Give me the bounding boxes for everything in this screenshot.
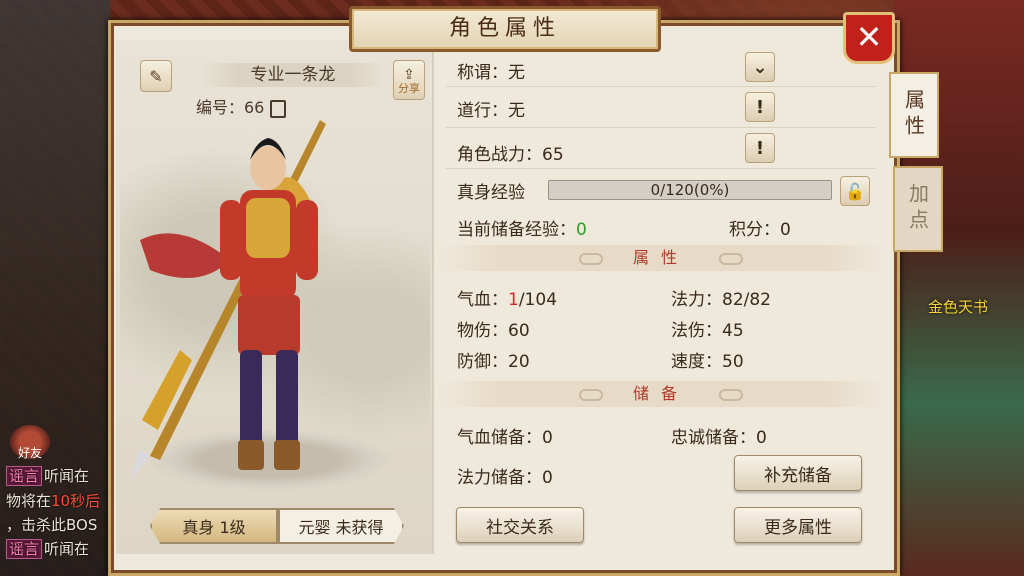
- power-info-button[interactable]: !: [745, 133, 775, 163]
- daoxing-info-button[interactable]: !: [745, 92, 775, 122]
- character-figure: [130, 120, 326, 480]
- attributes-header: 属性: [436, 245, 886, 271]
- tab-attributes[interactable]: 属性: [889, 72, 939, 158]
- chat-message: 谣言 听闻在: [6, 538, 89, 559]
- unlock-icon: 🔓: [845, 181, 865, 201]
- more-attributes-button[interactable]: 更多属性: [734, 507, 862, 543]
- cloud-ornament-icon: [719, 388, 743, 401]
- refill-reserve-button[interactable]: 补充储备: [734, 455, 862, 491]
- hp-row: 气血：1/104: [457, 290, 558, 310]
- stored-exp-row: 当前储备经验：0: [457, 220, 587, 240]
- friends-button[interactable]: 好友: [10, 425, 50, 460]
- loyalty-reserve-row: 忠诚储备：0: [671, 428, 767, 448]
- close-icon: ✕: [855, 18, 883, 56]
- chat-message: 物将在10秒后: [6, 492, 101, 510]
- social-button[interactable]: 社交关系: [456, 507, 584, 543]
- row-divider: [446, 127, 876, 128]
- edit-name-button[interactable]: ✎: [140, 60, 172, 92]
- row-divider: [446, 168, 876, 169]
- pencil-icon: ✎: [149, 66, 163, 86]
- phys-row: 物伤：60: [457, 321, 530, 341]
- tab-true-body[interactable]: 真身 1级: [150, 508, 278, 544]
- spd-row: 速度：50: [671, 352, 744, 372]
- title-dropdown-button[interactable]: ⌄: [745, 52, 775, 82]
- exp-progress-text: 0/120(0%): [650, 181, 730, 199]
- cloud-ornament-icon: [578, 388, 603, 401]
- score-row: 积分：0: [729, 220, 791, 240]
- chat-message: ，击杀此BOS: [6, 516, 98, 534]
- share-label: 分享: [398, 81, 420, 95]
- mag-row: 法伤：45: [671, 321, 744, 341]
- row-divider: [446, 86, 876, 87]
- exp-label: 真身经验: [457, 183, 525, 203]
- exclamation-icon: !: [755, 137, 765, 159]
- unlock-button[interactable]: 🔓: [840, 176, 870, 206]
- title-row: 称谓：无: [457, 63, 525, 83]
- exclamation-icon: !: [755, 96, 765, 118]
- cloud-ornament-icon: [719, 252, 743, 265]
- mp-reserve-row: 法力储备：0: [457, 468, 553, 488]
- tab-yuanying[interactable]: 元婴 未获得: [278, 508, 404, 544]
- chat-message: 谣言 听闻在: [6, 465, 89, 486]
- cloud-ornament-icon: [578, 252, 603, 265]
- def-row: 防御：20: [457, 352, 530, 372]
- share-icon: ⇪: [403, 66, 415, 83]
- window-title: 角色属性: [349, 6, 661, 52]
- form-tabs: 真身 1级 元婴 未获得: [150, 508, 404, 544]
- share-button[interactable]: ⇪ 分享: [393, 60, 425, 100]
- hp-reserve-row: 气血储备：0: [457, 428, 553, 448]
- gold-book-label[interactable]: 金色天书: [928, 296, 988, 317]
- copy-icon[interactable]: [270, 99, 287, 118]
- column-divider: [432, 40, 434, 554]
- mp-row: 法力：82/82: [671, 290, 771, 310]
- close-button[interactable]: ✕: [843, 12, 895, 64]
- power-row: 角色战力：65: [457, 145, 564, 165]
- daoxing-row: 道行：无: [457, 101, 525, 121]
- reserve-header: 储备: [436, 381, 886, 407]
- chevron-down-icon: ⌄: [752, 56, 768, 78]
- exp-progress-bar: 0/120(0%): [548, 180, 832, 200]
- tab-add-points[interactable]: 加点: [893, 166, 943, 252]
- character-id: 编号：66: [196, 94, 287, 118]
- character-name: 专业一条龙: [200, 63, 386, 87]
